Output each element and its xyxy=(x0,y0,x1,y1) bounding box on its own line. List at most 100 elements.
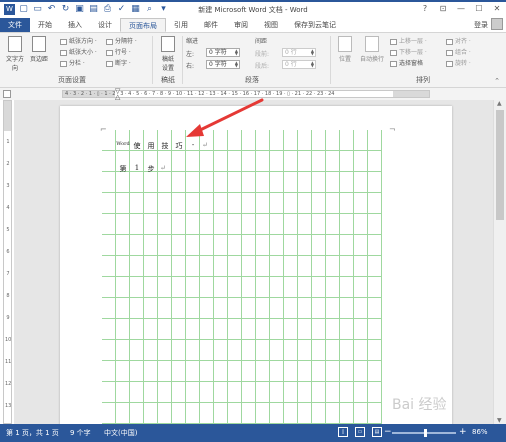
hyphenation-button[interactable]: 断字 · xyxy=(106,59,131,68)
doc-char: 用 xyxy=(147,142,155,150)
avatar[interactable] xyxy=(491,18,503,30)
spacing-title: 间距 xyxy=(255,38,268,45)
tab-selector[interactable] xyxy=(3,90,11,98)
line-numbers-button[interactable]: 行号 · xyxy=(106,48,131,57)
indent-title: 缩进 xyxy=(186,38,199,45)
tab-save-to-cloud[interactable]: 保存到云笔记 xyxy=(286,18,344,32)
read-mode-icon[interactable]: ▯ xyxy=(338,427,348,437)
breaks-button[interactable]: 分隔符 · xyxy=(106,37,137,46)
scroll-down-icon[interactable]: ▼ xyxy=(497,417,502,424)
language[interactable]: 中文(中国) xyxy=(104,428,137,438)
indent-right-field[interactable]: 0 字符 ▲ ▼ xyxy=(206,60,240,69)
indent-left-label: 左: xyxy=(186,51,195,58)
doc-char: 技 xyxy=(161,142,169,150)
tab-mailings[interactable]: 邮件 xyxy=(196,18,226,32)
help-icon[interactable]: ? xyxy=(420,4,430,13)
vertical-scrollbar[interactable]: ▲ ▼ xyxy=(493,100,506,424)
orientation-button[interactable]: 纸张方向 · xyxy=(60,37,97,46)
ruler-row: 4 · 3 · 2 · 1 · ▯ · 1 · 2 · 3 · 4 · 5 · … xyxy=(0,88,506,100)
vertical-ruler[interactable]: 1 2 3 4 5 6 7 8 9 10 11 12 13 xyxy=(3,100,12,424)
bring-forward-button[interactable]: 上移一层 · xyxy=(390,37,427,46)
draft-paper-button[interactable]: 稿纸 设置 xyxy=(156,36,180,72)
spacing-after-field[interactable]: 0 行 ▲ ▼ xyxy=(282,60,316,69)
paragraph-mark-icon: ↵ xyxy=(202,141,208,149)
group-icon xyxy=(446,49,453,56)
window-controls: ? ⊡ — ☐ ✕ xyxy=(420,4,502,13)
rotate-button[interactable]: 旋转 · xyxy=(446,59,471,68)
vruler-tick: 8 xyxy=(6,293,10,299)
tab-design[interactable]: 设计 xyxy=(90,18,120,32)
divider xyxy=(182,36,183,84)
page-count[interactable]: 第 1 页，共 1 页 xyxy=(6,428,59,438)
tab-file[interactable]: 文件 xyxy=(0,18,30,32)
tab-view[interactable]: 视图 xyxy=(256,18,286,32)
align-button[interactable]: 对齐 · xyxy=(446,37,471,46)
columns-button[interactable]: 分栏 · xyxy=(60,59,85,68)
selection-pane-icon xyxy=(390,60,397,67)
doc-char: 使 xyxy=(133,142,141,150)
rotate-icon xyxy=(446,60,453,67)
margin-corner-mark: ¬ xyxy=(389,125,396,134)
tab-insert[interactable]: 插入 xyxy=(60,18,90,32)
breaks-icon xyxy=(106,38,113,45)
send-backward-button[interactable]: 下移一层 · xyxy=(390,48,427,57)
size-button[interactable]: 纸张大小 · xyxy=(60,48,97,57)
position-button[interactable]: 位置 xyxy=(334,36,356,63)
vruler-tick: 6 xyxy=(6,249,10,255)
spin-arrows-icon[interactable]: ▲ ▼ xyxy=(311,61,314,68)
close-icon[interactable]: ✕ xyxy=(492,4,502,13)
web-layout-icon[interactable]: ▤ xyxy=(372,427,382,437)
divider xyxy=(152,36,153,84)
collapse-ribbon-icon[interactable]: ⌃ xyxy=(494,77,500,85)
spin-arrows-icon[interactable]: ▲ ▼ xyxy=(235,49,238,56)
page-setup-group-label: 页面设置 xyxy=(58,76,86,84)
zoom-in-icon[interactable]: + xyxy=(459,427,467,437)
paragraph-mark-icon: ↵ xyxy=(160,164,166,172)
vruler-tick: 11 xyxy=(5,359,12,365)
spin-arrows-icon[interactable]: ▲ ▼ xyxy=(235,61,238,68)
doc-char: Word xyxy=(116,141,130,147)
view-buttons: ▯ ▭ ▤ xyxy=(338,427,382,437)
size-icon xyxy=(60,49,67,56)
indent-left-field[interactable]: 0 字符 ▲ ▼ xyxy=(206,48,240,57)
ruler-right-margin xyxy=(393,91,429,97)
spacing-before-field[interactable]: 0 行 ▲ ▼ xyxy=(282,48,316,57)
arrange-group-label: 排列 xyxy=(416,76,430,84)
spacing-after-label: 段后: xyxy=(255,63,270,70)
minimize-icon[interactable]: — xyxy=(456,4,466,13)
wrap-text-button[interactable]: 自动换行 xyxy=(358,36,386,63)
hyphenation-icon xyxy=(106,60,113,67)
tab-references[interactable]: 引用 xyxy=(166,18,196,32)
zoom-out-icon[interactable]: − xyxy=(384,427,392,437)
selection-pane-button[interactable]: 选择窗格 xyxy=(390,59,423,68)
group-button[interactable]: 组合 · xyxy=(446,48,471,57)
zoom-level[interactable]: 86% xyxy=(472,428,488,436)
margins-button[interactable]: 页边距 xyxy=(28,36,50,63)
spin-arrows-icon[interactable]: ▲ ▼ xyxy=(311,49,314,56)
vruler-tick: 7 xyxy=(6,271,10,277)
scroll-up-icon[interactable]: ▲ xyxy=(497,100,502,107)
tab-review[interactable]: 审阅 xyxy=(226,18,256,32)
login-link[interactable]: 登录 xyxy=(474,20,488,30)
paragraph-group-label: 段落 xyxy=(245,76,259,84)
print-layout-icon[interactable]: ▭ xyxy=(355,427,365,437)
vruler-tick: 9 xyxy=(6,315,10,321)
maximize-icon[interactable]: ☐ xyxy=(474,4,484,13)
vruler-tick: 12 xyxy=(5,381,12,387)
indent-marker-icon[interactable]: ▽ △ xyxy=(115,88,121,101)
align-icon xyxy=(446,38,453,45)
text-direction-button[interactable]: 文字方向 xyxy=(4,36,26,72)
zoom-slider-knob[interactable] xyxy=(424,429,427,437)
doc-char: 1 xyxy=(134,164,140,172)
status-bar: 第 1 页，共 1 页 9 个字 中文(中国) ▯ ▭ ▤ − + 86% xyxy=(0,424,506,442)
divider xyxy=(330,36,331,84)
ribbon-display-icon[interactable]: ⊡ xyxy=(438,4,448,13)
draft-paper-group-label: 稿纸 xyxy=(161,76,175,84)
vertical-ruler-margin xyxy=(4,101,11,131)
word-count[interactable]: 9 个字 xyxy=(70,428,91,438)
tab-page-layout[interactable]: 页面布局 xyxy=(120,18,166,32)
tab-home[interactable]: 开始 xyxy=(30,18,60,32)
scroll-thumb[interactable] xyxy=(496,110,504,220)
watermark: Bai 经验 xyxy=(392,397,447,413)
vruler-tick: 4 xyxy=(6,205,10,211)
